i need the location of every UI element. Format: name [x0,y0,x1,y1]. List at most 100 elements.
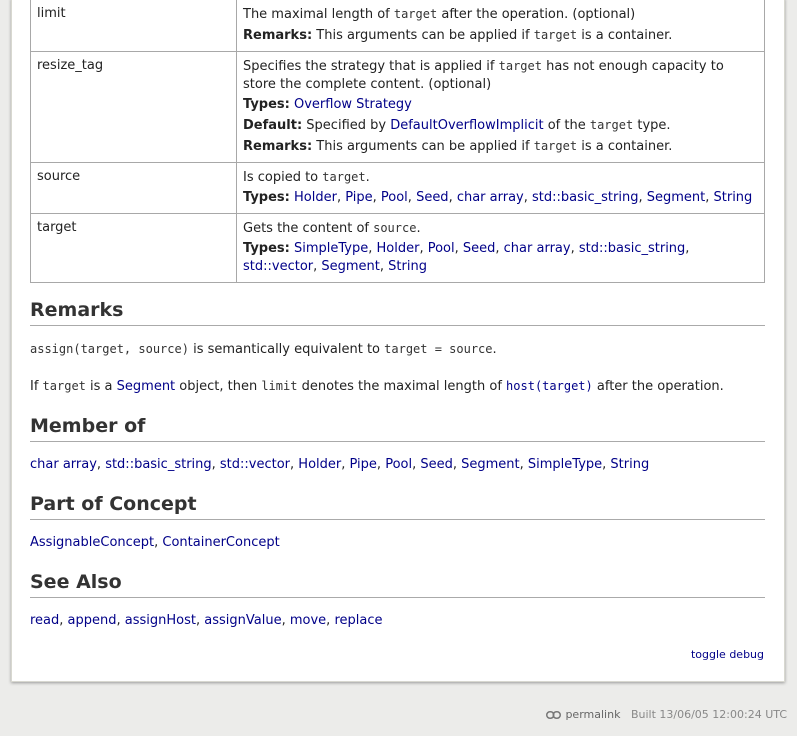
doc-link[interactable]: Segment [647,190,706,205]
text-fragment: , [638,190,647,205]
doc-link[interactable]: Pool [381,190,408,205]
doc-link[interactable]: char array [30,457,97,472]
text-fragment: Is copied to [243,170,323,185]
text-fragment: This arguments can be applied if [312,139,534,154]
doc-link[interactable]: String [610,457,649,472]
content-inner: limit The maximal length of target after … [30,0,765,628]
text-fragment: is semantically equivalent to [188,342,385,357]
description-line: The maximal length of target after the o… [243,5,758,24]
field-label: Remarks: [243,28,313,43]
doc-link[interactable]: char array [504,241,571,256]
doc-link[interactable]: Holder [294,190,337,205]
doc-link[interactable]: std::vector [243,259,313,274]
code-fragment: limit [261,379,298,393]
doc-link[interactable]: assignValue [204,613,281,628]
text-fragment: is a container. [577,139,673,154]
permalink-label: permalink [565,708,621,721]
doc-link[interactable]: std::basic_string [579,241,685,256]
doc-link[interactable]: Segment [321,259,380,274]
doc-link[interactable]: assignHost [125,613,196,628]
description-line: Types: Holder, Pipe, Pool, Seed, char ar… [243,189,758,207]
doc-link[interactable]: SimpleType [294,241,368,256]
text-fragment: , [705,190,714,205]
description-line: Default: Specified by DefaultOverflowImp… [243,116,758,135]
text-fragment: , [685,241,690,256]
parameter-description: Specifies the strategy that is applied i… [236,51,765,163]
doc-link[interactable]: Seed [416,190,449,205]
toggle-debug-link[interactable]: toggle debug [691,648,764,661]
parameter-name: source [30,162,237,214]
doc-link[interactable]: Holder [377,241,420,256]
doc-link[interactable]: read [30,613,59,628]
separator: , [211,457,220,472]
see-also-links: read, append, assignHost, assignValue, m… [30,612,765,630]
doc-link[interactable]: String [388,259,427,274]
doc-link[interactable]: std::vector [220,457,290,472]
doc-link[interactable]: AssignableConcept [30,535,154,550]
code-fragment: source [373,221,417,235]
doc-link[interactable]: ContainerConcept [162,535,279,550]
separator: , [519,457,528,472]
permalink-link[interactable]: permalink [546,708,624,721]
text-fragment: If [30,379,43,394]
text-fragment: , [407,190,417,205]
doc-link[interactable]: Pipe [345,190,372,205]
parameter-row: limit The maximal length of target after … [30,0,765,52]
code-link[interactable]: host(target) [506,379,593,393]
doc-link[interactable]: Pool [385,457,412,472]
code-fragment: target [498,59,542,73]
text-fragment: object, then [175,379,262,394]
field-label: Types: [243,97,290,112]
doc-link[interactable]: move [290,613,326,628]
doc-link[interactable]: Seed [463,241,496,256]
separator: , [281,613,290,628]
doc-link[interactable]: std::basic_string [532,190,638,205]
text-fragment: , [368,241,377,256]
doc-link[interactable]: String [714,190,753,205]
field-label: Types: [243,241,290,256]
parameter-name: limit [30,0,237,52]
see-also-section: See Also read, append, assignHost, assig… [30,571,765,630]
description-line: Gets the content of source. [243,219,758,238]
doc-link[interactable]: append [68,613,117,628]
text-fragment: Specified by [302,118,391,133]
remarks-paragraph-2: If target is a Segment object, then limi… [30,377,765,396]
doc-link[interactable]: char array [457,190,524,205]
separator: , [96,457,106,472]
doc-link[interactable]: std::basic_string [105,457,211,472]
parameter-description: Is copied to target. Types: Holder, Pipe,… [236,162,765,214]
parameter-row: source Is copied to target. Types: Holder,… [30,162,765,214]
text-fragment: is a container. [577,28,673,43]
doc-link[interactable]: SimpleType [528,457,602,472]
chain-link-icon [546,709,562,722]
doc-link[interactable]: Pool [428,241,455,256]
code-fragment: target [42,379,86,393]
text-fragment: is a [85,379,117,394]
doc-link[interactable]: Seed [420,457,453,472]
member-of-section: Member of char array, std::basic_string,… [30,415,765,474]
separator: , [376,457,386,472]
text-fragment: , [448,190,457,205]
text-fragment: denotes the maximal length of [297,379,507,394]
doc-link[interactable]: Pipe [350,457,377,472]
member-of-links: char array, std::basic_string, std::vect… [30,456,765,474]
code-fragment: target [533,28,578,42]
doc-link[interactable]: Holder [298,457,341,472]
doc-link[interactable]: DefaultOverflowImplicit [390,118,543,133]
doc-link[interactable]: Segment [117,379,176,394]
text-fragment: type. [633,118,671,133]
member-of-heading: Member of [30,415,765,442]
parameters-table: limit The maximal length of target after … [30,0,765,283]
text-fragment: The maximal length of [243,7,394,22]
remarks-section: Remarks assign(target, source) is semant… [30,299,765,396]
code-fragment: target [533,139,578,153]
doc-link[interactable]: Segment [461,457,520,472]
text-fragment: , [570,241,579,256]
doc-link[interactable]: Overflow Strategy [294,97,412,112]
part-of-concept-links: AssignableConcept, ContainerConcept [30,534,765,552]
parameter-description: Gets the content of source. Types: Simple… [236,213,765,283]
text-fragment: . [416,221,421,236]
doc-link[interactable]: replace [334,613,382,628]
description-line: Types: Overflow Strategy [243,96,758,114]
field-label: Types: [243,190,290,205]
